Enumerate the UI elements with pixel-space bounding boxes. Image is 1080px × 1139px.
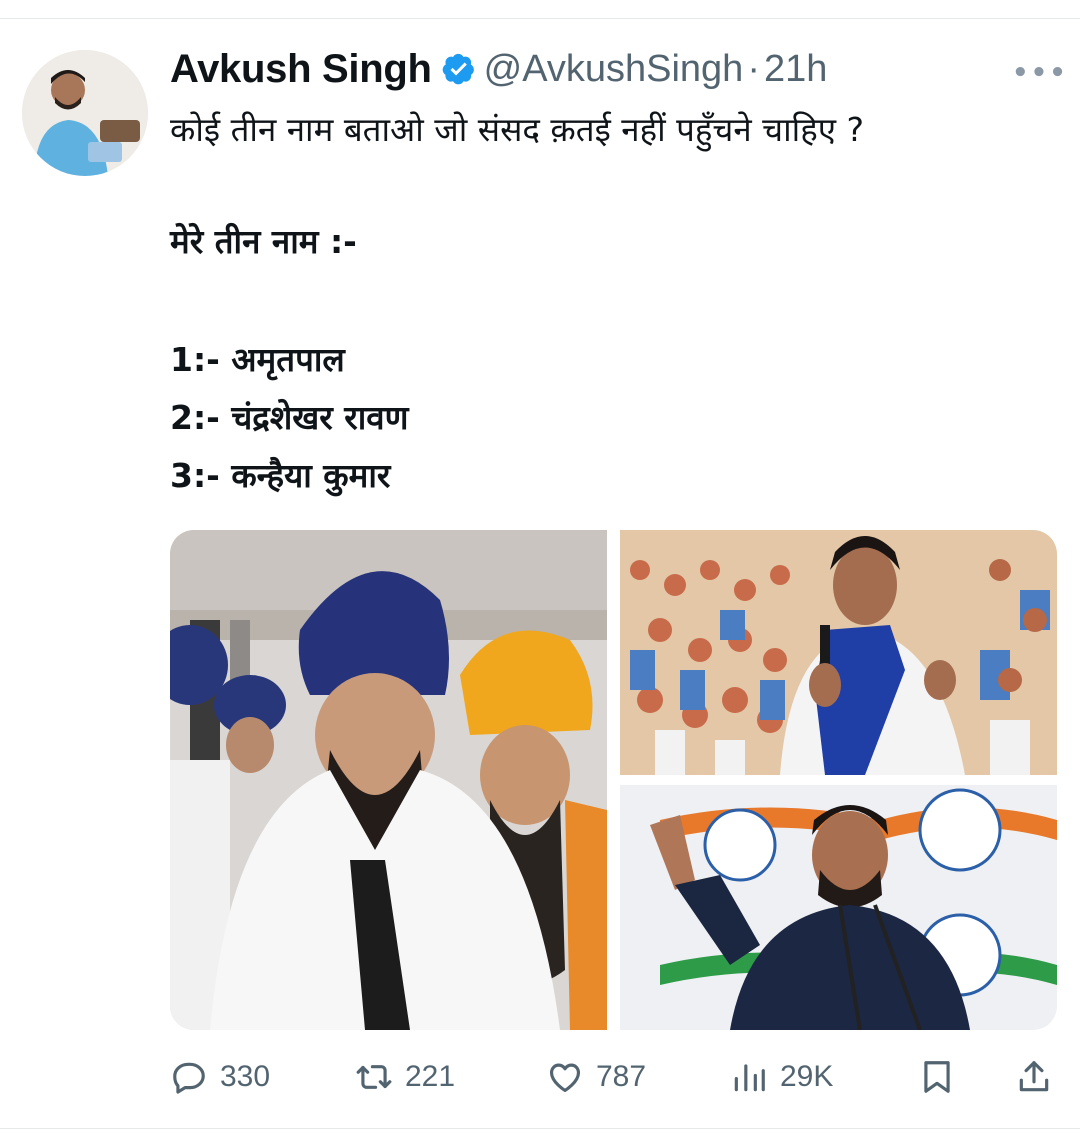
share-button[interactable]: [1015, 1052, 1053, 1102]
photo-3-illustration: [620, 785, 1057, 1030]
analytics-icon: [734, 1064, 765, 1092]
heart-icon: [549, 1063, 581, 1093]
top-divider: [0, 18, 1080, 19]
media-photo-1[interactable]: [170, 530, 607, 1030]
retweet-count: 221: [405, 1060, 456, 1093]
photo-2-illustration: [620, 530, 1057, 775]
bottom-divider: [0, 1128, 1080, 1129]
verified-badge-icon: [442, 53, 474, 85]
retweet-button[interactable]: 221: [355, 1052, 455, 1102]
photo-1-illustration: [170, 530, 607, 1030]
reply-count: 330: [220, 1060, 271, 1093]
media-grid: [170, 530, 1057, 1030]
tweet-header: Avkush Singh @AvkushSingh · 21h: [170, 44, 827, 94]
bookmark-button[interactable]: [918, 1052, 956, 1102]
tweet-text-line-2: मेरे तीन नाम :-: [170, 222, 357, 261]
tweet-text-line-3: 1:- अमृतपाल: [170, 340, 345, 379]
reply-icon: [173, 1062, 205, 1094]
author-avatar[interactable]: [22, 50, 148, 176]
author-handle[interactable]: @AvkushSingh: [484, 48, 744, 91]
media-photo-3[interactable]: [620, 785, 1057, 1030]
share-icon: [1019, 1061, 1049, 1092]
tweet-timestamp[interactable]: 21h: [764, 48, 827, 91]
author-display-name[interactable]: Avkush Singh: [170, 47, 432, 92]
header-separator: ·: [747, 47, 760, 90]
avatar-image: [22, 50, 148, 176]
tweet-text-line-1: कोई तीन नाम बताओ जो संसद क़तई नहीं पहुँच…: [170, 110, 865, 149]
like-count: 787: [596, 1060, 647, 1093]
media-photo-2[interactable]: [620, 530, 1057, 775]
bookmark-icon: [924, 1061, 950, 1093]
views-count: 29K: [780, 1060, 834, 1093]
more-horizontal-icon[interactable]: •••: [1012, 58, 1068, 88]
like-button[interactable]: 787: [546, 1052, 646, 1102]
views-button[interactable]: 29K: [730, 1052, 833, 1102]
tweet-text-line-5: 3:- कन्हैया कुमार: [170, 456, 391, 495]
tweet-text-line-4: 2:- चंद्रशेखर रावण: [170, 398, 409, 437]
retweet-icon: [356, 1065, 392, 1089]
tweet-action-bar: 330 221 787 29K: [170, 1052, 1060, 1102]
reply-button[interactable]: 330: [170, 1052, 270, 1102]
